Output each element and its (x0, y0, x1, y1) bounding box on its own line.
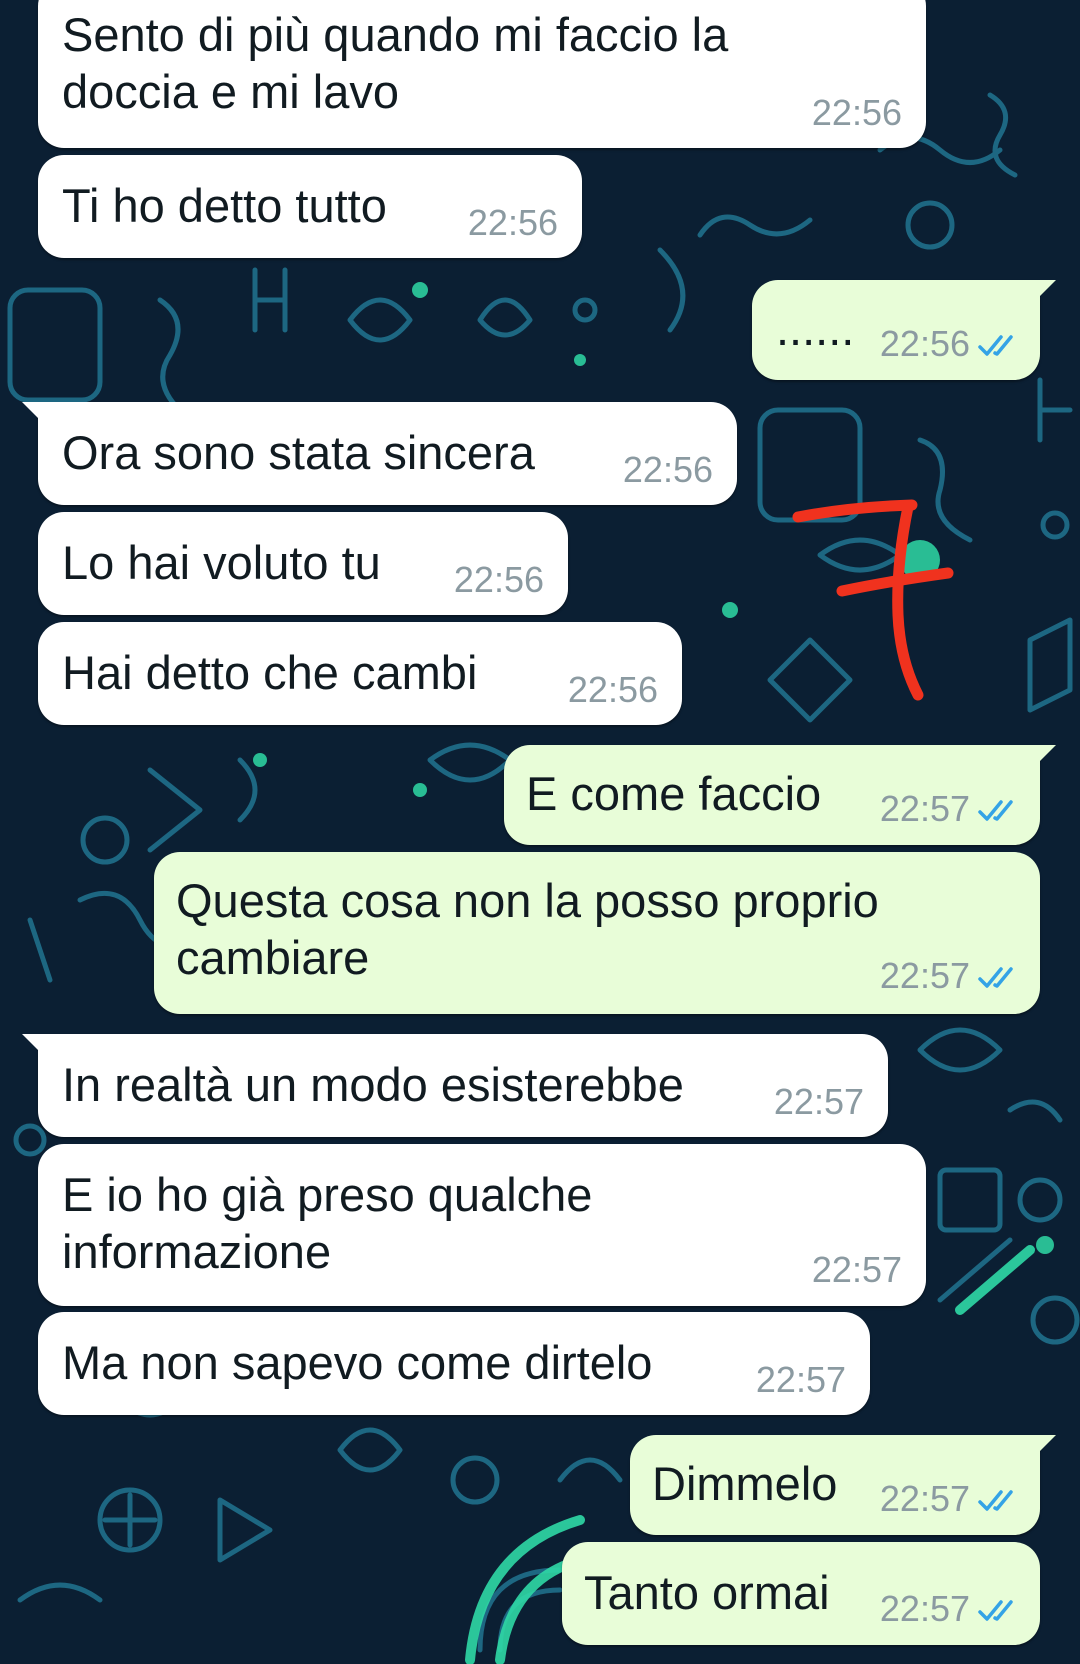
message-bubble-outgoing[interactable]: E come faccio 22:57 (504, 745, 1056, 845)
message-text: Tanto ormai (584, 1566, 830, 1619)
message-bubble-incoming[interactable]: Sento di più quando mi faccio la doccia … (38, 0, 926, 148)
message-text: Sento di più quando mi faccio la (62, 8, 729, 61)
message-text: Dimmelo (652, 1457, 838, 1510)
red-hand-drawn-mark (792, 499, 954, 701)
message-bubble-outgoing[interactable]: Tanto ormai 22:57 (562, 1542, 1040, 1645)
message-text: E come faccio (526, 767, 822, 820)
message-time: 22:57 (811, 1249, 902, 1290)
message-time: 22:57 (879, 1478, 970, 1519)
message-text: Ma non sapevo come dirtelo (62, 1336, 653, 1389)
message-time: 22:56 (567, 669, 658, 710)
double-check-icon (978, 335, 1013, 356)
message-text: informazione (62, 1225, 332, 1278)
message-text: Hai detto che cambi (62, 646, 478, 699)
double-check-icon (978, 1600, 1013, 1621)
message-time: 22:57 (755, 1359, 846, 1400)
bubble-tail (1034, 745, 1056, 767)
message-text: Ti ho detto tutto (62, 179, 387, 232)
message-meta: 22:56 (880, 324, 1020, 364)
message-time: 22:56 (453, 559, 544, 600)
message-text: ...... (776, 302, 855, 355)
bubble-tail (1034, 1435, 1056, 1457)
message-time: 22:56 (467, 202, 558, 243)
message-text: Questa cosa non la posso proprio (176, 874, 879, 927)
message-bubble-incoming[interactable]: E io ho già preso qualche informazione 2… (38, 1144, 926, 1306)
message-meta: 22:57 (880, 1479, 1020, 1519)
message-time: 22:56 (879, 323, 970, 364)
message-time: 22:56 (622, 449, 713, 490)
message-meta: 22:57 (880, 789, 1020, 829)
message-text: doccia e mi lavo (62, 65, 399, 118)
message-bubble-incoming[interactable]: Ma non sapevo come dirtelo 22:57 (38, 1312, 870, 1415)
message-text: cambiare (176, 931, 370, 984)
message-bubble-incoming[interactable]: Hai detto che cambi 22:56 (38, 622, 682, 725)
message-time: 22:57 (879, 955, 970, 996)
message-time: 22:56 (811, 92, 902, 133)
bubble-tail (1034, 280, 1056, 302)
message-bubble-outgoing[interactable]: ...... 22:56 (752, 280, 1056, 380)
message-meta: 22:57 (880, 956, 1020, 996)
message-bubble-outgoing[interactable]: Dimmelo 22:57 (630, 1435, 1056, 1535)
message-time: 22:57 (773, 1081, 864, 1122)
double-check-icon (978, 967, 1013, 988)
message-text: E io ho già preso qualche (62, 1168, 593, 1221)
message-time: 22:57 (879, 1588, 970, 1629)
double-check-icon (978, 1490, 1013, 1511)
message-bubble-incoming[interactable]: Lo hai voluto tu 22:56 (38, 512, 568, 615)
message-bubble-incoming[interactable]: In realtà un modo esisterebbe 22:57 (22, 1034, 888, 1137)
bubble-tail (22, 1034, 44, 1056)
message-text: In realtà un modo esisterebbe (62, 1058, 684, 1111)
message-bubble-incoming[interactable]: Ti ho detto tutto 22:56 (38, 155, 582, 258)
message-meta: 22:57 (880, 1589, 1020, 1629)
message-bubble-outgoing[interactable]: Questa cosa non la posso proprio cambiar… (154, 852, 1040, 1014)
message-text: Lo hai voluto tu (62, 536, 381, 589)
message-list[interactable]: Sento di più quando mi faccio la doccia … (0, 0, 1080, 1664)
message-bubble-incoming[interactable]: Ora sono stata sincera 22:56 (22, 402, 737, 505)
message-time: 22:57 (879, 788, 970, 829)
message-text: Ora sono stata sincera (62, 426, 535, 479)
bubble-tail (22, 402, 44, 424)
double-check-icon (978, 800, 1013, 821)
